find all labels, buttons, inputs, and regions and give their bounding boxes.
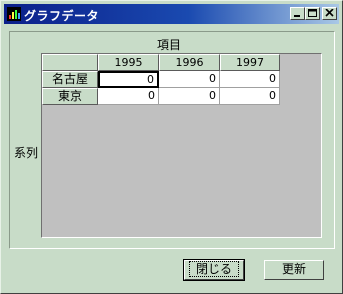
maximize-icon xyxy=(308,9,317,17)
app-graph-icon xyxy=(7,7,21,21)
column-header-1996[interactable]: 1996 xyxy=(159,54,220,71)
data-grid[interactable]: 1995 1996 1997 名古屋 0 0 0 東京 0 0 0 xyxy=(41,53,322,238)
column-axis-label: 項目 xyxy=(157,38,182,52)
update-button[interactable]: 更新 xyxy=(264,260,324,280)
row-header-nagoya[interactable]: 名古屋 xyxy=(42,71,98,88)
grid-cell[interactable]: 0 xyxy=(98,71,159,88)
window-title: グラフデータ xyxy=(24,9,100,23)
column-header-1997[interactable]: 1997 xyxy=(220,54,280,71)
update-button-label: 更新 xyxy=(281,262,306,276)
grid-cell[interactable]: 0 xyxy=(159,71,220,88)
row-axis-label: 系列 xyxy=(14,146,39,160)
close-window-button[interactable] xyxy=(322,7,337,20)
grid-cell[interactable]: 0 xyxy=(220,88,280,105)
grid-cell[interactable]: 0 xyxy=(98,88,159,105)
maximize-button[interactable] xyxy=(305,7,320,20)
grid-corner-cell[interactable] xyxy=(42,54,98,71)
grid-cell[interactable]: 0 xyxy=(220,71,280,88)
minimize-icon xyxy=(294,15,300,17)
grid-cell[interactable]: 0 xyxy=(159,88,220,105)
column-header-1995[interactable]: 1995 xyxy=(98,54,159,71)
close-icon xyxy=(325,9,334,17)
graph-data-window: グラフデータ 項目 系列 1995 1996 1997 名古屋 0 0 0 東京… xyxy=(0,0,343,294)
close-button-label: 閉じる xyxy=(188,261,239,277)
title-bar[interactable]: グラフデータ xyxy=(4,4,339,24)
row-header-tokyo[interactable]: 東京 xyxy=(42,88,98,105)
minimize-button[interactable] xyxy=(290,7,305,20)
close-button[interactable]: 閉じる xyxy=(183,259,245,281)
